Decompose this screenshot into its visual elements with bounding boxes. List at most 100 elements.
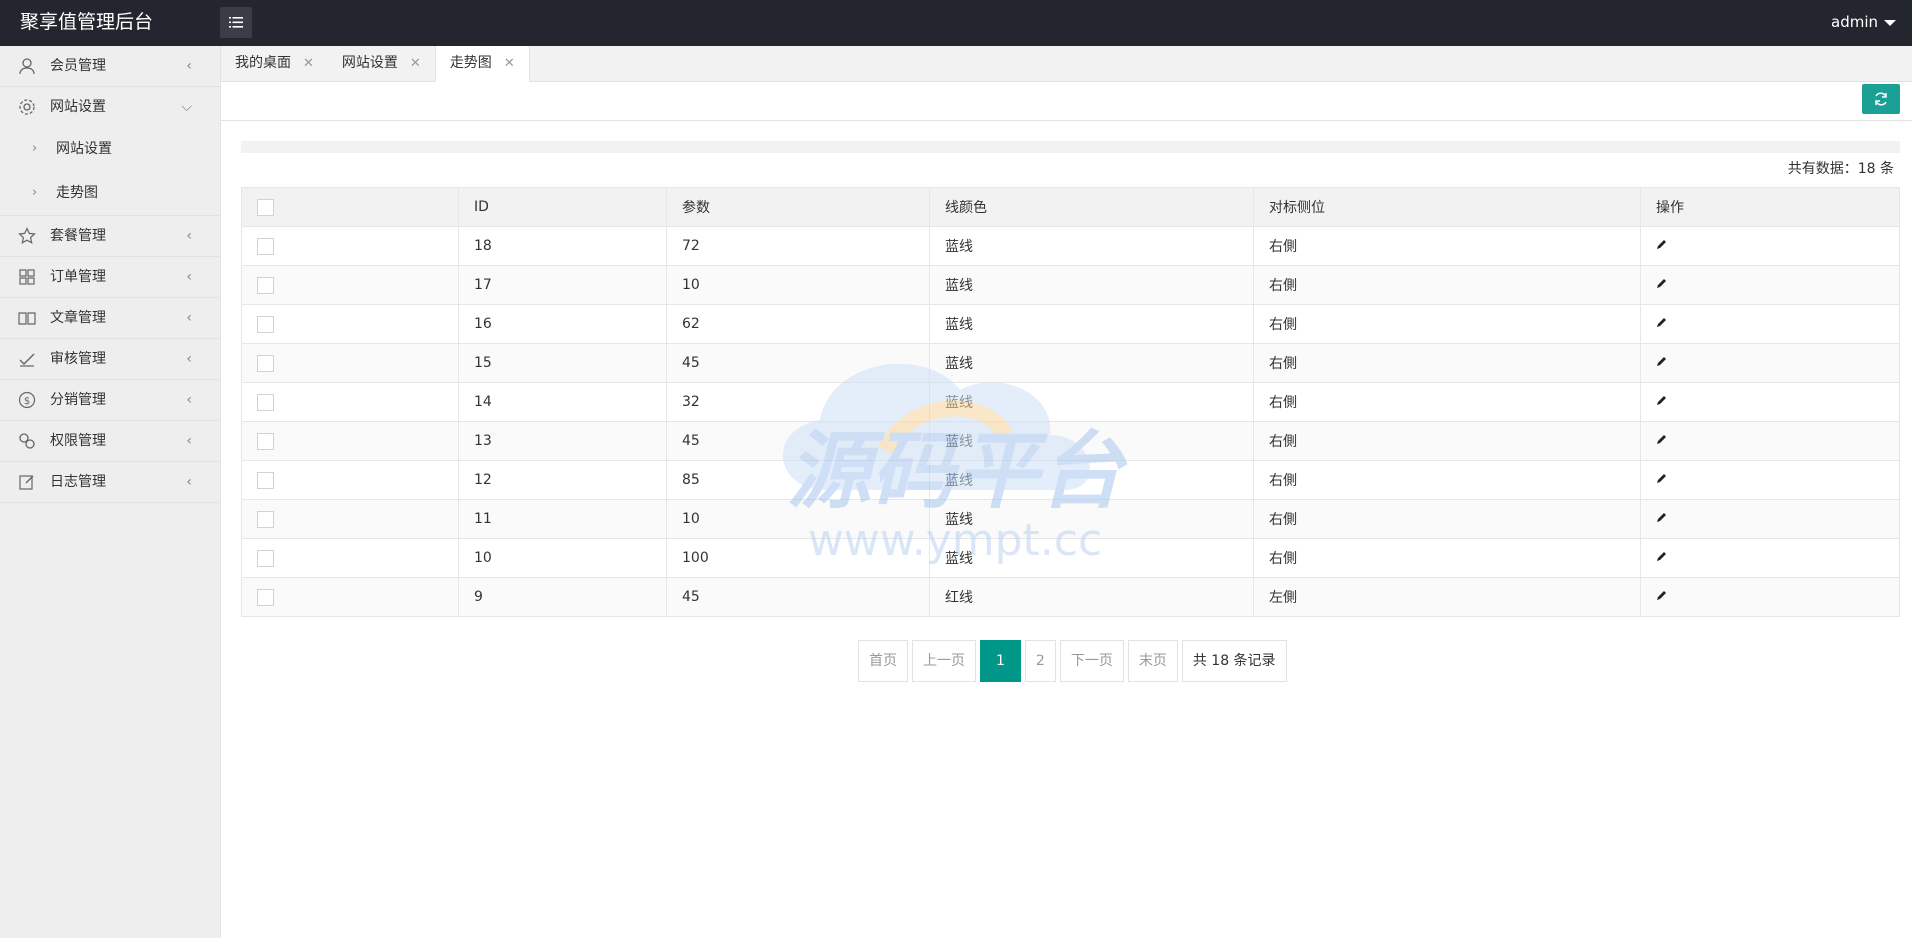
- sidebar-item-articles[interactable]: 文章管理 ‹: [0, 298, 220, 339]
- edit-icon[interactable]: [1656, 550, 1668, 566]
- chevron-left-icon: ‹: [186, 392, 192, 408]
- chevron-left-icon: ‹: [186, 433, 192, 449]
- menu-toggle-button[interactable]: [220, 7, 252, 38]
- tab-label: 走势图: [449, 55, 492, 71]
- sidebar-subitem-site-settings[interactable]: › 网站设置: [0, 127, 220, 171]
- row-checkbox[interactable]: [257, 432, 274, 450]
- row-checkbox[interactable]: [257, 549, 274, 567]
- sidebar-item-distribution[interactable]: $ 分销管理 ‹: [0, 380, 220, 421]
- sidebar-item-orders[interactable]: 订单管理 ‹: [0, 257, 220, 298]
- sidebar-item-permissions[interactable]: 权限管理 ‹: [0, 421, 220, 462]
- search-bar-area: [241, 141, 1900, 153]
- cell-id: 17: [458, 265, 667, 305]
- edit-icon[interactable]: [1656, 355, 1668, 371]
- cell-param: 10: [666, 265, 930, 305]
- edit-icon[interactable]: [1656, 472, 1668, 488]
- toolbar: [221, 82, 1912, 121]
- chevron-left-icon: ‹: [186, 228, 192, 244]
- chevron-left-icon: ‹: [186, 474, 192, 490]
- sidebar-item-logs[interactable]: 日志管理 ‹: [0, 462, 220, 503]
- select-all-checkbox[interactable]: [257, 198, 274, 216]
- cell-actions: [1640, 460, 1900, 500]
- cell-line-color: 蓝线: [929, 382, 1254, 422]
- cell-param: 72: [666, 226, 930, 266]
- sidebar-item-label: 网站设置: [50, 99, 106, 115]
- column-header: 对标侧位: [1253, 187, 1641, 227]
- chevron-left-icon: ‹: [186, 269, 192, 285]
- refresh-icon: [1875, 92, 1887, 106]
- cell-side: 右側: [1253, 226, 1641, 266]
- row-checkbox-cell: [241, 226, 459, 266]
- cell-side: 右側: [1253, 265, 1641, 305]
- chevron-right-icon: ›: [32, 141, 38, 156]
- sidebar-item-label: 分销管理: [50, 392, 106, 408]
- cell-param: 45: [666, 343, 930, 383]
- prev-page-button[interactable]: 上一页: [912, 640, 976, 682]
- cell-id: 11: [458, 499, 667, 539]
- table-row: 11 10 蓝线 右側: [241, 499, 1900, 539]
- edit-icon[interactable]: [1656, 589, 1668, 605]
- sidebar-item-label: 权限管理: [50, 433, 106, 449]
- cell-param: 10: [666, 499, 930, 539]
- cell-actions: [1640, 226, 1900, 266]
- sidebar-item-members[interactable]: 会员管理 ‹: [0, 46, 220, 87]
- edit-icon[interactable]: [1656, 238, 1668, 254]
- edit-icon[interactable]: [1656, 433, 1668, 449]
- tab-site-settings[interactable]: 网站设置 ✕: [328, 46, 435, 81]
- edit-icon[interactable]: [1656, 277, 1668, 293]
- tab-desktop[interactable]: 我的桌面 ✕: [221, 46, 328, 81]
- row-checkbox[interactable]: [257, 315, 274, 333]
- edit-icon[interactable]: [1656, 511, 1668, 527]
- chevron-down-icon: ⌵: [181, 99, 192, 115]
- close-icon[interactable]: ✕: [504, 56, 515, 71]
- page-button-2[interactable]: 2: [1024, 640, 1056, 682]
- user-menu[interactable]: admin: [1831, 0, 1896, 44]
- gear-icon: [19, 99, 35, 115]
- cell-side: 左側: [1253, 577, 1641, 617]
- row-checkbox[interactable]: [257, 354, 274, 372]
- next-page-button[interactable]: 下一页: [1059, 640, 1124, 682]
- sidebar: 会员管理 ‹ 网站设置 ⌵ › 网站设置 › 走势图 套餐管理 ‹ 订单管理 ‹…: [0, 46, 221, 938]
- first-page-button[interactable]: 首页: [858, 640, 908, 682]
- row-checkbox[interactable]: [257, 471, 274, 489]
- grid-icon: [19, 269, 35, 285]
- cell-id: 10: [458, 538, 667, 578]
- tab-trend-chart[interactable]: 走势图 ✕: [434, 46, 530, 82]
- cell-line-color: 蓝线: [929, 421, 1254, 461]
- sidebar-item-site-settings[interactable]: 网站设置 ⌵: [0, 87, 220, 127]
- user-name: admin: [1831, 13, 1878, 31]
- sidebar-subitem-trend-chart[interactable]: › 走势图: [0, 171, 220, 215]
- tab-label: 网站设置: [341, 55, 398, 71]
- row-checkbox-cell: [241, 343, 459, 383]
- row-checkbox[interactable]: [257, 510, 274, 528]
- table-row: 16 62 蓝线 右側: [241, 304, 1900, 344]
- row-checkbox-cell: [241, 265, 459, 305]
- refresh-button[interactable]: [1862, 84, 1900, 114]
- row-checkbox-cell: [241, 538, 459, 578]
- cell-actions: [1640, 382, 1900, 422]
- dollar-icon: $: [18, 391, 36, 409]
- cell-id: 14: [458, 382, 667, 422]
- row-checkbox[interactable]: [257, 588, 274, 606]
- edit-icon[interactable]: [1656, 394, 1668, 410]
- row-checkbox[interactable]: [257, 237, 274, 255]
- close-icon[interactable]: ✕: [410, 56, 421, 71]
- sidebar-item-packages[interactable]: 套餐管理 ‹: [0, 216, 220, 257]
- cell-line-color: 蓝线: [929, 226, 1254, 266]
- sidebar-subitem-label: 走势图: [56, 185, 98, 201]
- header-checkbox-cell: [241, 187, 459, 227]
- row-checkbox[interactable]: [257, 393, 274, 411]
- column-header: ID: [458, 187, 667, 227]
- cell-side: 右側: [1253, 538, 1641, 578]
- close-icon[interactable]: ✕: [303, 56, 314, 71]
- cell-line-color: 蓝线: [929, 304, 1254, 344]
- row-checkbox[interactable]: [257, 276, 274, 294]
- row-checkbox-cell: [241, 577, 459, 617]
- cell-id: 9: [458, 577, 667, 617]
- row-checkbox-cell: [241, 304, 459, 344]
- data-table: ID 参数 线颜色 对标侧位 操作 18 72 蓝线 右側 17 10 蓝线 右側 16 62 蓝线…: [241, 187, 1900, 617]
- page-button-1[interactable]: 1: [980, 640, 1021, 682]
- edit-icon[interactable]: [1656, 316, 1668, 332]
- sidebar-item-review[interactable]: 审核管理 ‹: [0, 339, 220, 380]
- last-page-button[interactable]: 末页: [1127, 640, 1178, 682]
